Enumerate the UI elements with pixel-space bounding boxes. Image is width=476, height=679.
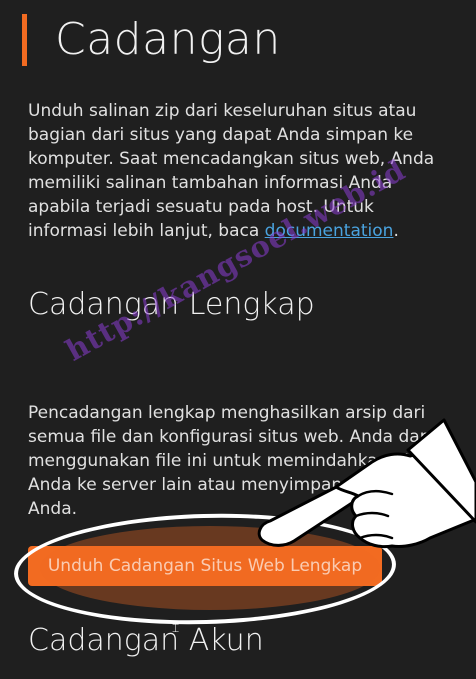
page-header: Cadangan (22, 14, 281, 66)
intro-paragraph: Unduh salinan zip dari keseluruhan situs… (28, 99, 456, 243)
intro-suffix: . (393, 221, 399, 241)
account-backup-heading: Cadangan Akun (28, 623, 264, 658)
intro-text: Unduh salinan zip dari keseluruhan situs… (28, 101, 435, 241)
full-backup-heading: Cadangan Lengkap (28, 287, 315, 322)
download-full-backup-button[interactable]: Unduh Cadangan Situs Web Lengkap (28, 546, 382, 586)
title-accent-bar (22, 14, 27, 66)
full-backup-description: Pencadangan lengkap menghasilkan arsip d… (28, 403, 448, 519)
documentation-link[interactable]: documentation (265, 221, 394, 241)
page-title: Cadangan (55, 14, 281, 65)
backup-page: Cadangan Unduh salinan zip dari keseluru… (0, 0, 476, 679)
